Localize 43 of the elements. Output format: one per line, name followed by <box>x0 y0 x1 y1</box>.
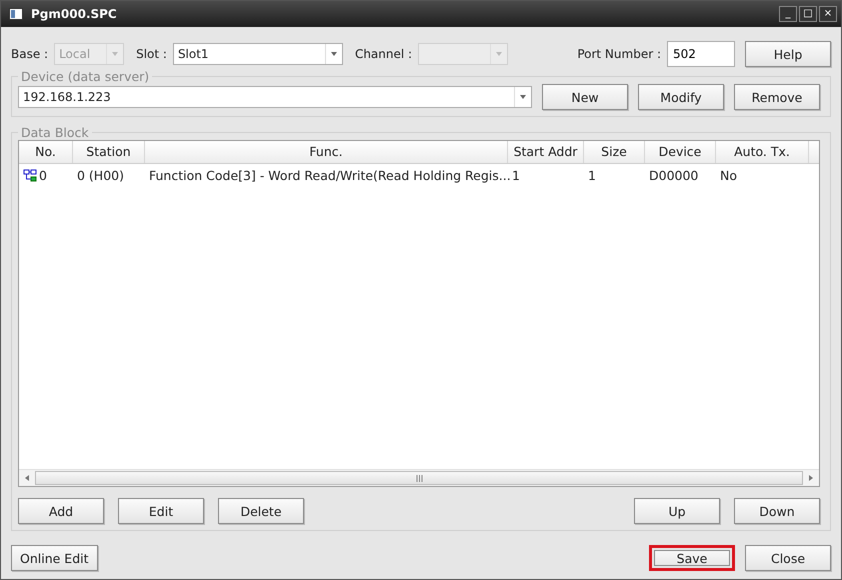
table-cell: Function Code[3] - Word Read/Write(Read Holding Regis... <box>149 168 511 182</box>
window-control-button[interactable]: × <box>819 6 837 22</box>
window-control-button[interactable]: _ <box>779 6 797 22</box>
column-header[interactable]: Size <box>584 141 645 163</box>
list-button[interactable]: Delete <box>218 498 304 524</box>
field-label: Slot : <box>136 47 167 61</box>
horizontal-scrollbar[interactable] <box>19 469 819 486</box>
field-label: Port Number : <box>577 47 661 61</box>
group-title: Device (data server) <box>20 69 150 84</box>
port-number-field[interactable]: 502 <box>667 41 735 67</box>
help-button[interactable]: Help <box>745 41 831 67</box>
dropdown[interactable]: Slot1 <box>172 43 343 65</box>
group-title: Data Block <box>20 125 90 140</box>
column-header[interactable]: Device <box>645 141 716 163</box>
network-node-icon <box>23 168 37 182</box>
list-button[interactable]: Edit <box>118 498 204 524</box>
field-label: Base : <box>11 47 48 61</box>
dialog-button[interactable]: Save <box>649 545 735 571</box>
column-header[interactable]: Station <box>73 141 145 163</box>
list-button[interactable]: Down <box>734 498 820 524</box>
device-button[interactable]: Modify <box>638 84 724 110</box>
device-dropdown[interactable]: 192.168.1.223 <box>18 86 532 108</box>
list-button[interactable]: Up <box>634 498 720 524</box>
table-cell: 0 <box>39 168 47 182</box>
window-control-button[interactable]: □ <box>799 6 817 22</box>
grip-icon <box>416 474 422 482</box>
dialog-button[interactable]: Close <box>745 545 831 571</box>
table-cell: No <box>720 168 737 182</box>
table-cell: 0 (H00) <box>77 168 124 182</box>
list-button[interactable]: Add <box>18 498 104 524</box>
table-cell: D00000 <box>649 168 698 182</box>
window-icon <box>9 8 23 20</box>
column-header[interactable]: Func. <box>145 141 508 163</box>
table-cell: 1 <box>512 168 520 182</box>
table-cell: 1 <box>588 168 596 182</box>
device-button[interactable]: New <box>542 84 628 110</box>
column-header[interactable]: Start Addr <box>508 141 584 163</box>
device-button[interactable]: Remove <box>734 84 820 110</box>
online-edit-button[interactable]: Online Edit <box>11 545 98 571</box>
column-header[interactable]: No. <box>19 141 73 163</box>
column-header[interactable]: Auto. Tx. <box>716 141 809 163</box>
window-title: Pgm000.SPC <box>31 7 117 21</box>
field-label: Channel : <box>354 47 412 61</box>
